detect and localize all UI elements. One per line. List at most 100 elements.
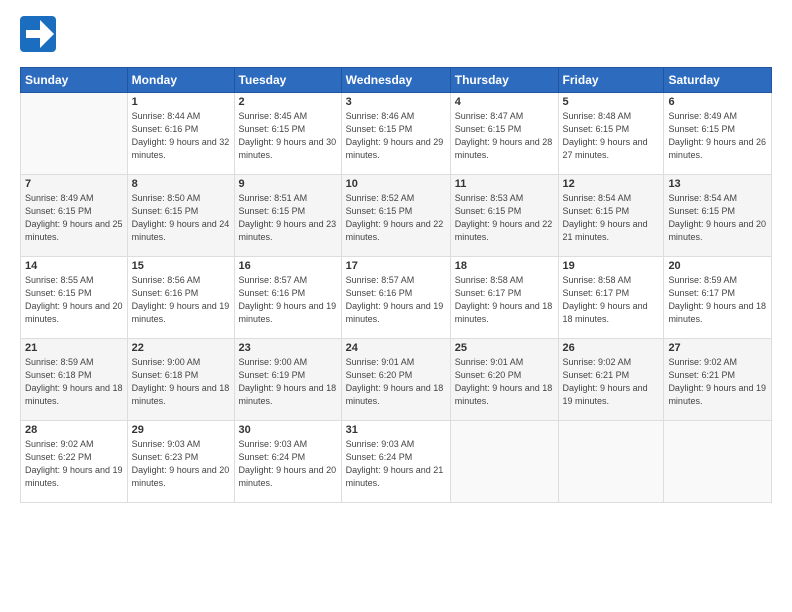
day-info: Sunrise: 8:48 AMSunset: 6:15 PMDaylight:… [563, 110, 660, 162]
calendar-cell [558, 421, 664, 503]
day-info: Sunrise: 8:52 AMSunset: 6:15 PMDaylight:… [346, 192, 446, 244]
day-info: Sunrise: 8:46 AMSunset: 6:15 PMDaylight:… [346, 110, 446, 162]
header [20, 16, 772, 57]
calendar-cell: 10 Sunrise: 8:52 AMSunset: 6:15 PMDayligh… [341, 175, 450, 257]
day-info: Sunrise: 8:59 AMSunset: 6:18 PMDaylight:… [25, 356, 123, 408]
day-info: Sunrise: 9:03 AMSunset: 6:23 PMDaylight:… [132, 438, 230, 490]
calendar-cell: 29 Sunrise: 9:03 AMSunset: 6:23 PMDayligh… [127, 421, 234, 503]
day-info: Sunrise: 8:50 AMSunset: 6:15 PMDaylight:… [132, 192, 230, 244]
week-row-1: 1 Sunrise: 8:44 AMSunset: 6:16 PMDaylight… [21, 93, 772, 175]
calendar-cell: 11Sunrise: 8:53 AMSunset: 6:15 PMDayligh… [450, 175, 558, 257]
day-number: 27 [668, 342, 767, 354]
day-number: 12 [563, 178, 660, 190]
day-number: 18 [455, 260, 554, 272]
day-number: 29 [132, 424, 230, 436]
day-info: Sunrise: 9:02 AMSunset: 6:21 PMDaylight:… [668, 356, 767, 408]
day-number: 22 [132, 342, 230, 354]
day-info: Sunrise: 9:02 AMSunset: 6:22 PMDaylight:… [25, 438, 123, 490]
day-number: 19 [563, 260, 660, 272]
day-number: 31 [346, 424, 446, 436]
calendar-cell: 12 Sunrise: 8:54 AMSunset: 6:15 PMDayligh… [558, 175, 664, 257]
day-number: 10 [346, 178, 446, 190]
day-number: 1 [132, 96, 230, 108]
day-number: 8 [132, 178, 230, 190]
day-number: 16 [239, 260, 337, 272]
weekday-header-friday: Friday [558, 68, 664, 93]
calendar-cell: 19 Sunrise: 8:58 AMSunset: 6:17 PMDayligh… [558, 257, 664, 339]
day-number: 17 [346, 260, 446, 272]
week-row-3: 14Sunrise: 8:55 AMSunset: 6:15 PMDayligh… [21, 257, 772, 339]
day-number: 24 [346, 342, 446, 354]
day-info: Sunrise: 8:54 AMSunset: 6:15 PMDaylight:… [563, 192, 660, 244]
day-number: 6 [668, 96, 767, 108]
calendar-cell: 4 Sunrise: 8:47 AMSunset: 6:15 PMDaylight… [450, 93, 558, 175]
weekday-header-wednesday: Wednesday [341, 68, 450, 93]
calendar-cell: 9Sunrise: 8:51 AMSunset: 6:15 PMDaylight… [234, 175, 341, 257]
calendar-cell: 23 Sunrise: 9:00 AMSunset: 6:19 PMDayligh… [234, 339, 341, 421]
calendar-cell [450, 421, 558, 503]
weekday-header-tuesday: Tuesday [234, 68, 341, 93]
calendar-table: SundayMondayTuesdayWednesdayThursdayFrid… [20, 67, 772, 503]
day-number: 25 [455, 342, 554, 354]
weekday-header-row: SundayMondayTuesdayWednesdayThursdayFrid… [21, 68, 772, 93]
logo-icon [20, 16, 56, 52]
calendar-cell: 17 Sunrise: 8:57 AMSunset: 6:16 PMDayligh… [341, 257, 450, 339]
day-info: Sunrise: 8:58 AMSunset: 6:17 PMDaylight:… [563, 274, 660, 326]
calendar-cell: 21 Sunrise: 8:59 AMSunset: 6:18 PMDayligh… [21, 339, 128, 421]
day-info: Sunrise: 8:57 AMSunset: 6:16 PMDaylight:… [239, 274, 337, 326]
calendar-cell: 31 Sunrise: 9:03 AMSunset: 6:24 PMDayligh… [341, 421, 450, 503]
calendar-cell: 2 Sunrise: 8:45 AMSunset: 6:15 PMDaylight… [234, 93, 341, 175]
day-info: Sunrise: 8:54 AMSunset: 6:15 PMDaylight:… [668, 192, 767, 244]
calendar-cell: 26 Sunrise: 9:02 AMSunset: 6:21 PMDayligh… [558, 339, 664, 421]
day-info: Sunrise: 8:45 AMSunset: 6:15 PMDaylight:… [239, 110, 337, 162]
calendar-cell: 25 Sunrise: 9:01 AMSunset: 6:20 PMDayligh… [450, 339, 558, 421]
day-number: 20 [668, 260, 767, 272]
day-info: Sunrise: 8:58 AMSunset: 6:17 PMDaylight:… [455, 274, 554, 326]
calendar-cell: 20Sunrise: 8:59 AMSunset: 6:17 PMDayligh… [664, 257, 772, 339]
day-info: Sunrise: 9:03 AMSunset: 6:24 PMDaylight:… [239, 438, 337, 490]
calendar-cell: 28 Sunrise: 9:02 AMSunset: 6:22 PMDayligh… [21, 421, 128, 503]
day-info: Sunrise: 8:57 AMSunset: 6:16 PMDaylight:… [346, 274, 446, 326]
weekday-header-monday: Monday [127, 68, 234, 93]
calendar-cell: 3 Sunrise: 8:46 AMSunset: 6:15 PMDaylight… [341, 93, 450, 175]
day-info: Sunrise: 9:03 AMSunset: 6:24 PMDaylight:… [346, 438, 446, 490]
day-info: Sunrise: 9:00 AMSunset: 6:18 PMDaylight:… [132, 356, 230, 408]
calendar-cell: 14Sunrise: 8:55 AMSunset: 6:15 PMDayligh… [21, 257, 128, 339]
weekday-header-thursday: Thursday [450, 68, 558, 93]
day-number: 2 [239, 96, 337, 108]
day-number: 5 [563, 96, 660, 108]
day-number: 26 [563, 342, 660, 354]
weekday-header-sunday: Sunday [21, 68, 128, 93]
day-number: 7 [25, 178, 123, 190]
calendar-cell: 6Sunrise: 8:49 AMSunset: 6:15 PMDaylight… [664, 93, 772, 175]
day-info: Sunrise: 9:02 AMSunset: 6:21 PMDaylight:… [563, 356, 660, 408]
day-number: 30 [239, 424, 337, 436]
day-number: 9 [239, 178, 337, 190]
day-info: Sunrise: 8:44 AMSunset: 6:16 PMDaylight:… [132, 110, 230, 162]
day-number: 23 [239, 342, 337, 354]
day-info: Sunrise: 9:00 AMSunset: 6:19 PMDaylight:… [239, 356, 337, 408]
calendar-cell [21, 93, 128, 175]
day-info: Sunrise: 8:47 AMSunset: 6:15 PMDaylight:… [455, 110, 554, 162]
calendar-cell: 27 Sunrise: 9:02 AMSunset: 6:21 PMDayligh… [664, 339, 772, 421]
calendar-cell: 22 Sunrise: 9:00 AMSunset: 6:18 PMDayligh… [127, 339, 234, 421]
day-info: Sunrise: 9:01 AMSunset: 6:20 PMDaylight:… [455, 356, 554, 408]
day-number: 3 [346, 96, 446, 108]
calendar-cell: 30 Sunrise: 9:03 AMSunset: 6:24 PMDayligh… [234, 421, 341, 503]
calendar-cell: 7Sunrise: 8:49 AMSunset: 6:15 PMDaylight… [21, 175, 128, 257]
day-number: 4 [455, 96, 554, 108]
calendar-cell [664, 421, 772, 503]
day-info: Sunrise: 8:53 AMSunset: 6:15 PMDaylight:… [455, 192, 554, 244]
calendar-cell: 18 Sunrise: 8:58 AMSunset: 6:17 PMDayligh… [450, 257, 558, 339]
calendar-page: SundayMondayTuesdayWednesdayThursdayFrid… [0, 0, 792, 612]
day-number: 13 [668, 178, 767, 190]
calendar-cell: 13 Sunrise: 8:54 AMSunset: 6:15 PMDayligh… [664, 175, 772, 257]
calendar-cell: 8 Sunrise: 8:50 AMSunset: 6:15 PMDaylight… [127, 175, 234, 257]
logo [20, 16, 60, 57]
calendar-cell: 5 Sunrise: 8:48 AMSunset: 6:15 PMDaylight… [558, 93, 664, 175]
week-row-4: 21 Sunrise: 8:59 AMSunset: 6:18 PMDayligh… [21, 339, 772, 421]
day-number: 28 [25, 424, 123, 436]
calendar-cell: 15Sunrise: 8:56 AMSunset: 6:16 PMDayligh… [127, 257, 234, 339]
day-number: 21 [25, 342, 123, 354]
day-info: Sunrise: 8:56 AMSunset: 6:16 PMDaylight:… [132, 274, 230, 326]
